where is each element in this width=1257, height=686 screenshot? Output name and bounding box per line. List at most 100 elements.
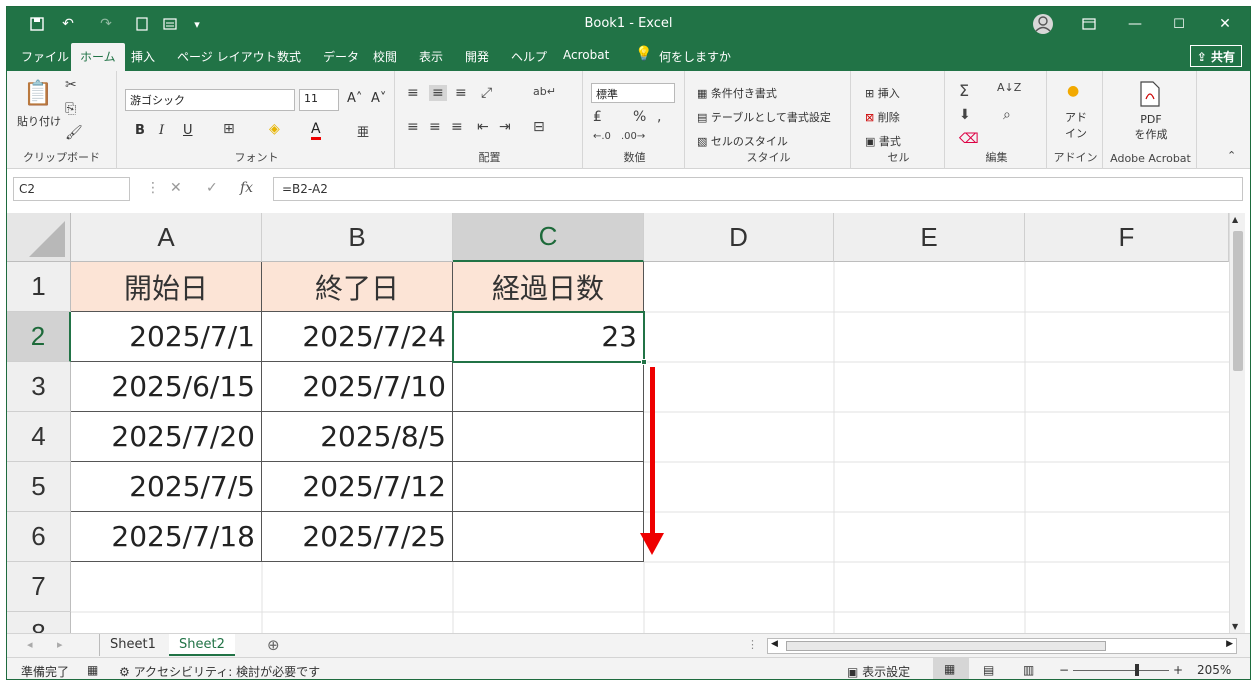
- delete-cells-button[interactable]: ⊠ 削除: [865, 109, 900, 125]
- font-size-select[interactable]: 11: [299, 89, 339, 111]
- minimize-button[interactable]: —: [1121, 7, 1149, 41]
- accessibility-status[interactable]: ⚙ アクセシビリティ: 検討が必要です: [119, 663, 320, 679]
- tab-developer[interactable]: 開発: [465, 48, 489, 65]
- page-layout-view-icon[interactable]: ▤: [983, 663, 994, 677]
- formula-input[interactable]: =B2-A2: [273, 177, 1243, 201]
- horizontal-scrollbar[interactable]: ◀ ▶: [767, 638, 1237, 654]
- tab-formulas[interactable]: 数式: [277, 48, 301, 65]
- zoom-out-icon[interactable]: −: [1059, 663, 1069, 677]
- scroll-right-icon[interactable]: ▶: [1226, 639, 1233, 649]
- insert-cells-button[interactable]: ⊞ 挿入: [865, 85, 900, 101]
- tell-me-search[interactable]: 何をしますか: [659, 48, 731, 65]
- orientation-icon[interactable]: ⤢: [481, 85, 492, 101]
- sort-filter-icon[interactable]: A↓Z: [997, 81, 1021, 94]
- decrease-font-icon[interactable]: A˅: [371, 91, 386, 106]
- copy-icon[interactable]: ⎘: [65, 101, 76, 117]
- accounting-format-icon[interactable]: ₤: [593, 109, 602, 125]
- sheet-tab-sheet2[interactable]: Sheet2: [169, 634, 235, 656]
- prev-sheet-icon[interactable]: ◂: [27, 638, 33, 651]
- fill-handle[interactable]: [641, 359, 647, 365]
- tab-review[interactable]: 校閲: [373, 48, 397, 65]
- clear-icon[interactable]: ⌫: [959, 131, 979, 147]
- cell-styles-button[interactable]: ▧ セルのスタイル: [697, 133, 788, 149]
- format-painter-icon[interactable]: 🖌: [65, 125, 83, 141]
- find-select-icon[interactable]: ⌕: [1003, 107, 1011, 123]
- align-left-icon[interactable]: ≡: [407, 119, 419, 135]
- align-center-icon[interactable]: ≡: [429, 119, 441, 135]
- zoom-slider-thumb[interactable]: [1135, 664, 1139, 676]
- enter-icon[interactable]: ✓: [206, 180, 218, 196]
- page-break-view-icon[interactable]: ▥: [1023, 663, 1034, 677]
- font-name-select[interactable]: 游ゴシック: [125, 89, 295, 111]
- next-sheet-icon[interactable]: ▸: [57, 638, 63, 651]
- cut-icon[interactable]: ✂: [65, 77, 77, 93]
- tab-help[interactable]: ヘルプ: [511, 48, 547, 65]
- macro-record-icon[interactable]: ▦: [87, 663, 98, 677]
- zoom-in-icon[interactable]: +: [1173, 663, 1183, 677]
- lightbulb-icon[interactable]: 💡: [635, 46, 652, 62]
- tab-view[interactable]: 表示: [419, 48, 443, 65]
- bold-button[interactable]: B: [135, 123, 145, 138]
- tab-file[interactable]: ファイル: [21, 48, 69, 65]
- align-bottom-icon[interactable]: ≡: [455, 85, 467, 101]
- align-middle-icon[interactable]: ≡: [429, 85, 447, 101]
- format-as-table-button[interactable]: ▤ テーブルとして書式設定: [697, 109, 831, 125]
- normal-view-button[interactable]: ▦: [933, 658, 969, 679]
- italic-button[interactable]: I: [159, 123, 164, 138]
- horizontal-scroll-thumb[interactable]: [786, 641, 1106, 651]
- tab-page-layout[interactable]: ページ レイアウト: [177, 48, 277, 65]
- insert-function-icon[interactable]: fx: [240, 180, 253, 196]
- collapse-ribbon-icon[interactable]: ⌃: [1227, 149, 1236, 162]
- vertical-scroll-thumb[interactable]: [1233, 231, 1243, 371]
- zoom-slider-track[interactable]: [1073, 670, 1169, 671]
- comma-icon[interactable]: ,: [657, 109, 661, 125]
- autosum-icon[interactable]: Σ: [959, 81, 969, 100]
- close-button[interactable]: ✕: [1211, 7, 1239, 41]
- merge-center-icon[interactable]: ⊟: [533, 119, 545, 135]
- paste-label[interactable]: 貼り付け: [17, 113, 61, 129]
- tab-insert[interactable]: 挿入: [131, 48, 155, 65]
- tab-home[interactable]: ホーム: [71, 43, 125, 71]
- tab-splitter-icon[interactable]: ⋮: [747, 638, 758, 651]
- create-pdf-button[interactable]: PDF を作成: [1129, 113, 1173, 142]
- decrease-indent-icon[interactable]: ⇤: [477, 119, 489, 135]
- tab-acrobat[interactable]: Acrobat: [563, 48, 609, 62]
- addins-button[interactable]: アド イン: [1061, 109, 1091, 141]
- fill-color-icon[interactable]: ◈: [269, 121, 280, 137]
- wrap-text-icon[interactable]: ab↵: [533, 85, 556, 98]
- align-top-icon[interactable]: ≡: [407, 85, 419, 101]
- addins-icon[interactable]: ●: [1067, 83, 1079, 99]
- decrease-decimal-icon[interactable]: .00→: [621, 131, 645, 142]
- phonetic-icon[interactable]: 亜: [357, 123, 369, 140]
- font-color-icon[interactable]: A: [311, 121, 321, 140]
- format-cells-button[interactable]: ▣ 書式: [865, 133, 901, 149]
- increase-font-icon[interactable]: A˄: [347, 91, 362, 106]
- scroll-up-icon[interactable]: ▲: [1232, 215, 1238, 224]
- ribbon-display-icon[interactable]: [1075, 7, 1103, 41]
- percent-icon[interactable]: %: [633, 109, 646, 125]
- paste-icon[interactable]: 📋: [23, 79, 53, 107]
- scroll-down-icon[interactable]: ▼: [1232, 622, 1238, 631]
- sheet-tab-sheet1[interactable]: Sheet1: [99, 634, 166, 656]
- spreadsheet-grid[interactable]: A B C D E F 1 2 3 4 5 6 7 8 開始日 終了日 経過日数…: [7, 213, 1229, 633]
- display-settings-button[interactable]: ▣ 表示設定: [847, 663, 910, 679]
- account-avatar-icon[interactable]: [1029, 7, 1057, 41]
- increase-indent-icon[interactable]: ⇥: [499, 119, 511, 135]
- number-format-select[interactable]: 標準: [591, 83, 675, 103]
- share-button[interactable]: ⇪ 共有: [1189, 45, 1242, 67]
- align-right-icon[interactable]: ≡: [451, 119, 463, 135]
- tab-data[interactable]: データ: [323, 48, 359, 65]
- borders-icon[interactable]: ⊞: [223, 121, 235, 137]
- name-box[interactable]: C2: [13, 177, 130, 201]
- vertical-scrollbar[interactable]: ▲ ▼: [1229, 213, 1245, 633]
- fill-icon[interactable]: ⬇: [959, 107, 971, 123]
- scroll-left-icon[interactable]: ◀: [771, 639, 778, 649]
- cancel-icon[interactable]: ✕: [170, 180, 182, 196]
- create-pdf-icon[interactable]: [1139, 81, 1161, 111]
- add-sheet-icon[interactable]: ⊕: [267, 636, 280, 654]
- underline-button[interactable]: U: [183, 123, 193, 138]
- conditional-format-button[interactable]: ▦ 条件付き書式: [697, 85, 777, 101]
- increase-decimal-icon[interactable]: ←.0: [593, 131, 611, 142]
- maximize-button[interactable]: ☐: [1165, 7, 1193, 41]
- zoom-level[interactable]: 205%: [1197, 663, 1231, 677]
